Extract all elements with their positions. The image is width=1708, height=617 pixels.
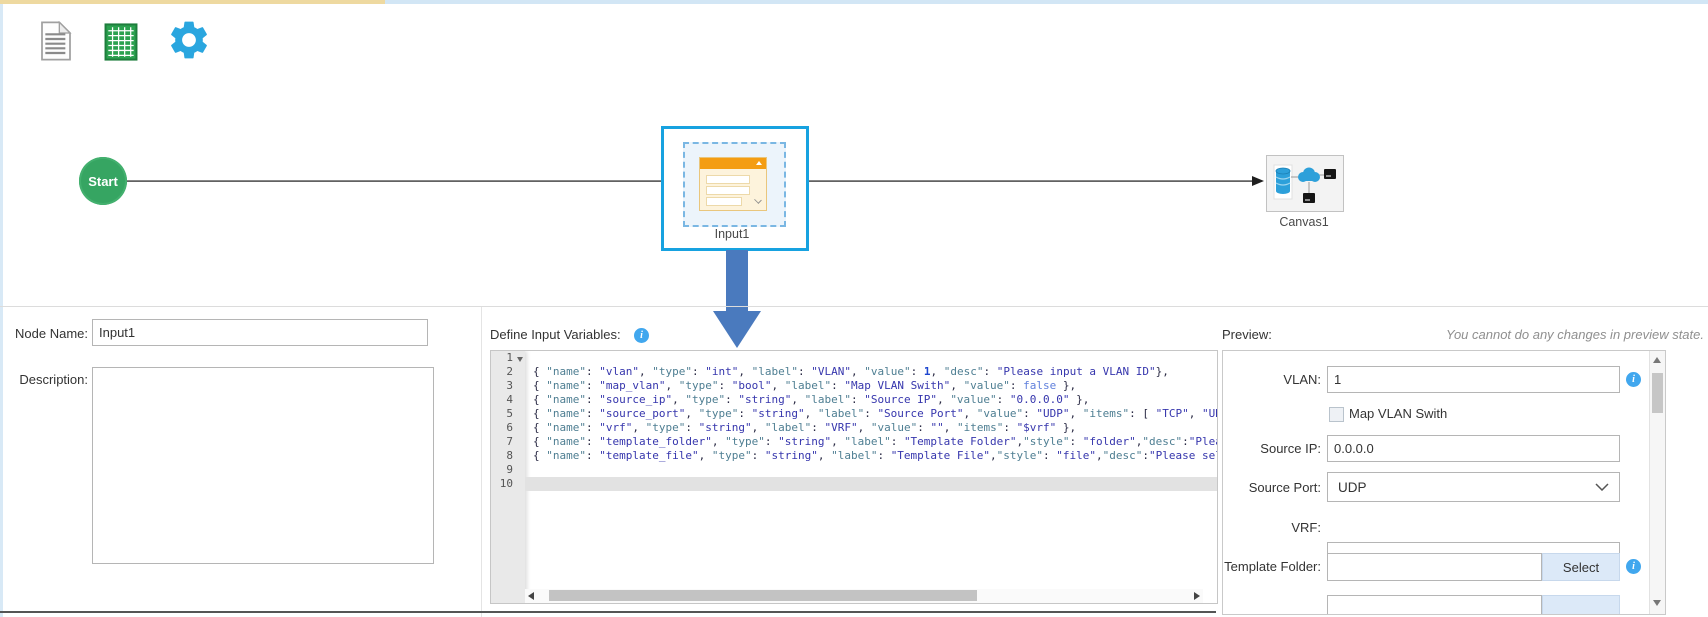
vrf-label: VRF: [1291, 520, 1321, 535]
input-form-icon [699, 157, 767, 211]
edge-arrowhead [1252, 176, 1264, 186]
chevron-down-icon [754, 196, 762, 204]
map-vlan-label: Map VLAN Swith [1349, 406, 1448, 421]
vlan-label: VLAN: [1283, 372, 1321, 387]
drilldown-arrow-icon [713, 311, 761, 348]
form-icon-field [706, 197, 742, 206]
scroll-left-arrow-icon[interactable] [528, 592, 534, 600]
start-node[interactable]: Start [79, 157, 127, 205]
horizontal-scrollbar[interactable] [525, 589, 1203, 603]
settings-gear-icon[interactable] [166, 17, 212, 68]
edge-start-to-input [127, 180, 687, 182]
section-divider [481, 307, 482, 617]
editor-gutter: 1 2 3 4 5 6 7 8 9 10 [491, 351, 525, 603]
scrollbar-thumb[interactable] [1652, 373, 1663, 413]
edge-input-to-canvas [780, 180, 1252, 182]
scroll-down-arrow-icon[interactable] [1653, 600, 1661, 606]
chevron-down-icon [1595, 483, 1609, 491]
description-textarea[interactable] [92, 367, 434, 564]
app-window: Start Input1 Canvas1 Node Name: Input1 D… [0, 0, 1708, 617]
form-icon-field [706, 186, 750, 195]
template-file-select-button[interactable] [1542, 595, 1620, 614]
panel-bottom-border [0, 611, 1216, 613]
panel-separator [0, 306, 1708, 307]
drilldown-arrow-icon [726, 250, 748, 312]
editor-title: Define Input Variables: [490, 327, 621, 342]
scroll-up-arrow-icon[interactable] [1653, 357, 1661, 363]
source-port-value: UDP [1338, 479, 1367, 495]
source-port-select[interactable]: UDP [1327, 472, 1620, 502]
template-folder-label: Template Folder: [1224, 559, 1321, 574]
vlan-input[interactable] [1327, 366, 1620, 393]
json-code-editor[interactable]: 12345678910 ​{ "name": "vlan", "type": "… [490, 350, 1218, 604]
source-port-label: Source Port: [1248, 480, 1321, 495]
template-file-input[interactable] [1327, 595, 1542, 614]
left-edge-strip [0, 4, 3, 617]
description-label: Description: [19, 372, 88, 387]
top-edge-strip-blue [385, 0, 1708, 4]
preview-notice: You cannot do any changes in preview sta… [1445, 327, 1704, 342]
canvas-node-icon [1273, 164, 1336, 203]
template-folder-select-button[interactable]: Select [1542, 553, 1620, 581]
scroll-right-arrow-icon[interactable] [1194, 592, 1200, 600]
top-edge-strip-yellow [0, 0, 385, 4]
info-icon[interactable] [634, 328, 649, 343]
canvas-node[interactable] [1266, 155, 1344, 212]
input-node-label: Input1 [714, 227, 750, 241]
caret-up-icon [756, 161, 762, 165]
editor-code[interactable]: ​{ "name": "vlan", "type": "int", "label… [525, 351, 1217, 589]
source-ip-label: Source IP: [1260, 441, 1321, 456]
source-ip-input[interactable] [1327, 435, 1620, 462]
spreadsheet-icon[interactable] [104, 23, 138, 66]
document-icon[interactable] [40, 20, 72, 66]
preview-form: VLAN: Map VLAN Swith Source IP: Source P… [1222, 350, 1666, 615]
canvas-node-label: Canvas1 [1279, 215, 1329, 229]
map-vlan-checkbox[interactable] [1329, 407, 1344, 422]
info-icon[interactable] [1626, 559, 1641, 574]
node-name-input[interactable] [92, 319, 428, 346]
template-folder-input[interactable] [1327, 553, 1542, 581]
info-icon[interactable] [1626, 372, 1641, 387]
node-name-label: Node Name: [15, 326, 88, 341]
vertical-scrollbar[interactable] [1649, 351, 1665, 614]
form-icon-field [706, 175, 750, 184]
preview-title: Preview: [1222, 327, 1272, 342]
scrollbar-thumb[interactable] [549, 590, 977, 601]
form-icon-header [700, 158, 766, 169]
